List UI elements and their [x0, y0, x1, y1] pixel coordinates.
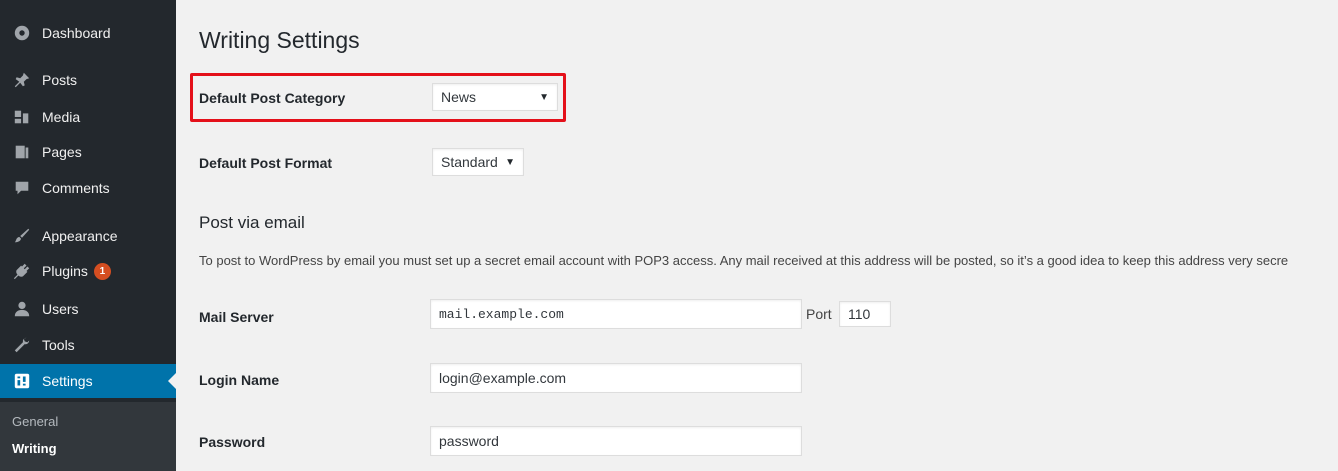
sidebar-item-posts[interactable]: Posts [0, 63, 176, 97]
port-label: Port [806, 306, 832, 322]
sidebar-item-pages[interactable]: Pages [0, 135, 176, 169]
current-menu-arrow [168, 373, 176, 389]
highlight-box [190, 73, 566, 122]
wrench-icon [12, 335, 32, 355]
sidebar-item-label: Users [42, 301, 79, 317]
sidebar-item-label: Posts [42, 72, 78, 88]
submenu-item-writing[interactable]: Writing [12, 441, 57, 456]
dashboard-icon [12, 23, 32, 43]
login-name-input[interactable]: login@example.com [430, 363, 802, 393]
chevron-down-icon: ▼ [505, 156, 515, 168]
sidebar-item-dashboard[interactable]: Dashboard [0, 16, 176, 50]
sidebar-item-media[interactable]: Media [0, 100, 176, 134]
sidebar-item-label: Comments [42, 180, 110, 196]
default-format-value: Standard [441, 154, 498, 170]
section-title: Post via email [199, 213, 305, 232]
sidebar-item-plugins[interactable]: Plugins 1 [0, 254, 176, 288]
settings-submenu: General Writing [0, 402, 176, 471]
update-count-badge: 1 [93, 262, 111, 280]
sidebar-item-label: Appearance [42, 228, 118, 244]
sidebar-item-settings[interactable]: Settings [0, 364, 176, 398]
pages-icon [12, 142, 32, 162]
user-icon [12, 299, 32, 319]
media-icon [12, 107, 32, 127]
mail-server-label: Mail Server [199, 309, 274, 325]
settings-icon [12, 371, 32, 391]
email-description: To post to WordPress by email you must s… [199, 253, 1289, 268]
sidebar-item-appearance[interactable]: Appearance [0, 219, 176, 253]
sidebar-item-label: Settings [42, 373, 93, 389]
default-format-select[interactable]: Standard ▼ [432, 148, 524, 176]
sidebar-item-label: Tools [42, 337, 75, 353]
sidebar-item-tools[interactable]: Tools [0, 328, 176, 362]
default-format-label: Default Post Format [199, 155, 333, 171]
sidebar-item-comments[interactable]: Comments [0, 171, 176, 205]
brush-icon [12, 226, 32, 246]
sidebar-item-label: Media [42, 109, 81, 125]
sidebar-item-label: Pages [42, 144, 82, 160]
page-title: Writing Settings [199, 27, 360, 53]
sidebar-item-label: Dashboard [42, 25, 111, 41]
port-input[interactable]: 110 [839, 301, 891, 327]
admin-sidebar: Dashboard Posts Media Pages Comments App… [0, 0, 176, 471]
mail-server-input[interactable]: mail.example.com [430, 299, 802, 329]
password-input[interactable]: password [430, 426, 802, 456]
plug-icon [12, 261, 32, 281]
comment-icon [12, 178, 32, 198]
main-content: Writing Settings Default Post Category N… [176, 0, 1338, 471]
password-label: Password [199, 434, 266, 450]
sidebar-item-label: Plugins [42, 263, 88, 279]
submenu-item-general[interactable]: General [12, 414, 58, 429]
login-name-label: Login Name [199, 372, 280, 388]
pin-icon [12, 70, 32, 90]
sidebar-item-users[interactable]: Users [0, 292, 176, 326]
